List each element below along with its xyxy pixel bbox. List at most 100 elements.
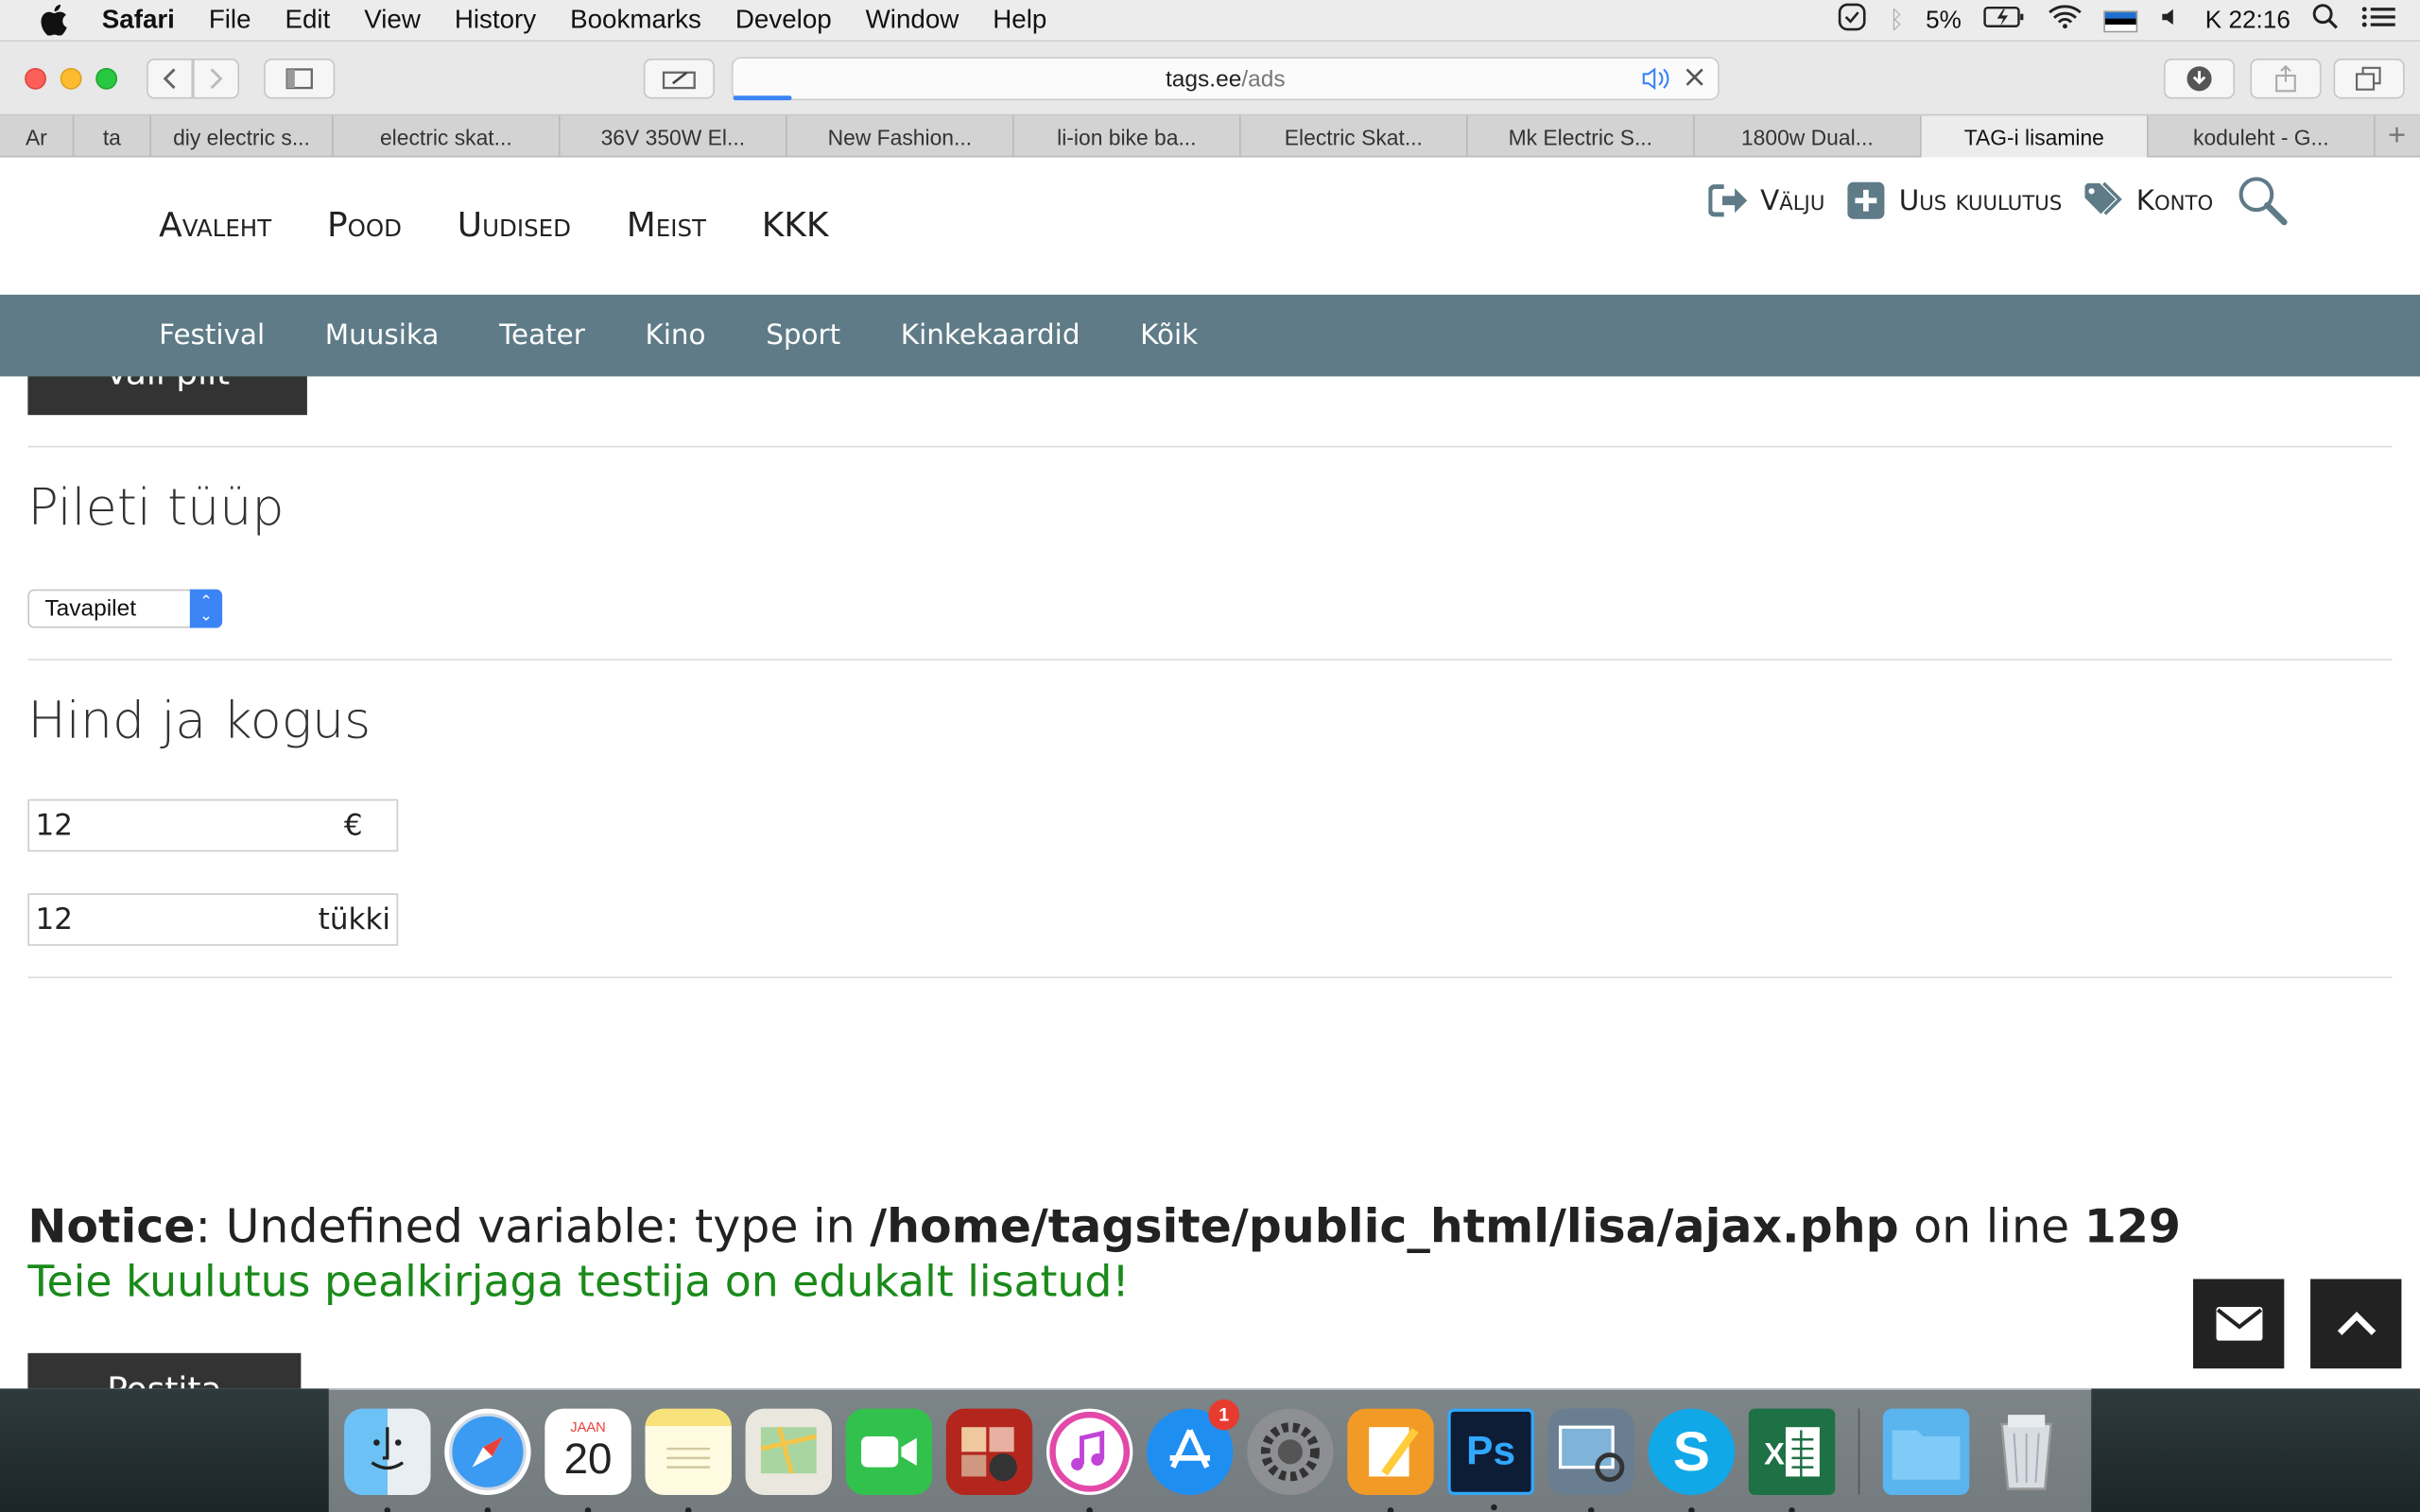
browser-tab[interactable]: li-ion bike ba...: [1014, 115, 1241, 158]
menu-window[interactable]: Window: [866, 5, 959, 36]
chevron-left-icon: [163, 68, 176, 90]
safari-app-icon[interactable]: [444, 1407, 531, 1512]
calendar-month: JAAN: [570, 1418, 606, 1435]
dock: JAAN 20 1 Ps S X: [328, 1388, 2092, 1512]
menu-edit[interactable]: Edit: [285, 5, 330, 36]
tab-overview-button[interactable]: [2333, 59, 2405, 99]
downloads-folder-icon[interactable]: [1882, 1407, 1970, 1495]
browser-tab[interactable]: New Fashion...: [787, 115, 1014, 158]
select-arrows-icon: ⌃ ⌄: [189, 589, 223, 628]
photo-booth-app-icon[interactable]: [945, 1407, 1033, 1495]
price-input[interactable]: 12 €: [27, 799, 399, 852]
browser-tab[interactable]: Electric Skat...: [1241, 115, 1468, 158]
category-gift-cards[interactable]: Kinkekaardid: [901, 319, 1080, 352]
finder-icon[interactable]: [344, 1407, 431, 1512]
facetime-app-icon[interactable]: [845, 1407, 933, 1495]
trash-icon[interactable]: [1983, 1408, 2069, 1494]
skype-app-icon[interactable]: S: [1648, 1407, 1736, 1512]
menu-file[interactable]: File: [209, 5, 251, 36]
bluetooth-icon[interactable]: ᛒ: [1890, 7, 1905, 34]
sidebar-icon: [285, 68, 313, 90]
apple-logo-icon[interactable]: [37, 3, 71, 37]
menu-view[interactable]: View: [364, 5, 421, 36]
category-music[interactable]: Muusika: [325, 319, 440, 352]
browser-tab[interactable]: Mk Electric S...: [1468, 115, 1695, 158]
checkmark-shield-icon[interactable]: [1837, 2, 1868, 41]
nav-faq-link[interactable]: KKK: [762, 207, 829, 246]
close-window-button[interactable]: [25, 67, 46, 90]
reader-markup-button[interactable]: [643, 59, 715, 99]
back-button[interactable]: [147, 59, 194, 99]
divider: [27, 659, 2393, 661]
contact-button[interactable]: [2192, 1279, 2285, 1369]
app-store-icon[interactable]: 1: [1147, 1398, 1240, 1495]
site-header: Avaleht Pood Uudised Meist KKK Välju Uus…: [0, 157, 2420, 295]
logout-link[interactable]: Välju: [1707, 180, 1824, 220]
system-preferences-icon[interactable]: [1247, 1407, 1334, 1495]
url-host: tags.ee: [1165, 65, 1242, 93]
menu-history[interactable]: History: [455, 5, 536, 36]
notice-label: Notice: [27, 1200, 196, 1255]
itunes-app-icon[interactable]: [1046, 1407, 1133, 1512]
category-festival[interactable]: Festival: [159, 319, 265, 352]
nav-news-link[interactable]: Uudised: [458, 207, 571, 246]
browser-tab[interactable]: ta: [74, 115, 151, 158]
category-all[interactable]: Kõik: [1140, 319, 1198, 352]
minimize-window-button[interactable]: [60, 67, 82, 90]
calendar-day: 20: [563, 1434, 613, 1483]
forward-button[interactable]: [193, 59, 240, 99]
scroll-to-top-button[interactable]: [2310, 1279, 2402, 1369]
new-tab-button[interactable]: +: [2376, 115, 2419, 157]
ticket-type-select[interactable]: Tavapilet ⌃ ⌄: [27, 589, 223, 628]
menu-bookmarks[interactable]: Bookmarks: [570, 5, 701, 36]
notification-center-icon[interactable]: [2361, 5, 2395, 37]
spotlight-search-icon[interactable]: [2312, 3, 2340, 39]
new-ad-link[interactable]: Uus kuulutus: [1846, 180, 2062, 220]
zoom-window-button[interactable]: [95, 67, 118, 90]
sidebar-toggle-button[interactable]: [264, 59, 336, 99]
wifi-icon[interactable]: [2048, 5, 2082, 37]
pages-app-icon[interactable]: [1347, 1407, 1434, 1512]
notice-line: 129: [2083, 1200, 2182, 1255]
preview-app-icon[interactable]: [1547, 1407, 1634, 1512]
page-load-progress: [733, 95, 792, 101]
category-sport[interactable]: Sport: [766, 319, 840, 352]
volume-icon[interactable]: [2159, 5, 2184, 37]
menu-develop[interactable]: Develop: [735, 5, 832, 36]
notes-app-icon[interactable]: [645, 1407, 732, 1512]
address-bar[interactable]: tags.ee/ads: [731, 57, 1720, 101]
ticket-type-value: Tavapilet: [44, 595, 137, 622]
menubar-clock[interactable]: K 22:16: [2205, 7, 2290, 34]
estonian-flag-input-icon[interactable]: [2103, 9, 2137, 32]
menu-app-safari[interactable]: Safari: [102, 5, 175, 36]
submit-button[interactable]: Postita: [27, 1352, 302, 1389]
tab-bar: Ar ta diy electric s... electric skat...…: [0, 115, 2420, 158]
browser-tab[interactable]: 36V 350W El...: [561, 115, 787, 158]
audio-playing-icon[interactable]: [1641, 66, 1672, 95]
downloads-button[interactable]: [2163, 59, 2236, 99]
search-icon[interactable]: [2235, 173, 2290, 229]
calendar-app-icon[interactable]: JAAN 20: [544, 1407, 631, 1512]
nav-home-link[interactable]: Avaleht: [159, 207, 271, 246]
category-theatre[interactable]: Teater: [499, 319, 585, 352]
share-button[interactable]: [2250, 59, 2322, 99]
excel-app-icon[interactable]: X: [1748, 1407, 1836, 1512]
menu-help[interactable]: Help: [993, 5, 1046, 36]
browser-tab[interactable]: Ar: [0, 115, 75, 158]
category-cinema[interactable]: Kino: [645, 319, 705, 352]
battery-charging-icon[interactable]: [1983, 5, 2027, 37]
price-quantity-title: Hind ja kogus: [27, 689, 372, 750]
account-link[interactable]: Konto: [2083, 180, 2213, 220]
browser-tab-active[interactable]: TAG-i lisamine: [1921, 115, 2149, 158]
nav-about-link[interactable]: Meist: [627, 207, 706, 246]
battery-percent: 5%: [1926, 7, 1962, 34]
nav-shop-link[interactable]: Pood: [327, 207, 402, 246]
quantity-input[interactable]: 12 tükki: [27, 893, 399, 946]
photoshop-app-icon[interactable]: Ps: [1447, 1407, 1534, 1510]
browser-tab[interactable]: diy electric s...: [151, 115, 334, 158]
browser-tab[interactable]: electric skat...: [334, 115, 561, 158]
maps-app-icon[interactable]: [745, 1407, 832, 1495]
browser-tab[interactable]: 1800w Dual...: [1695, 115, 1922, 158]
browser-tab[interactable]: koduleht - G...: [2149, 115, 2376, 158]
stop-loading-icon[interactable]: [1684, 63, 1705, 95]
